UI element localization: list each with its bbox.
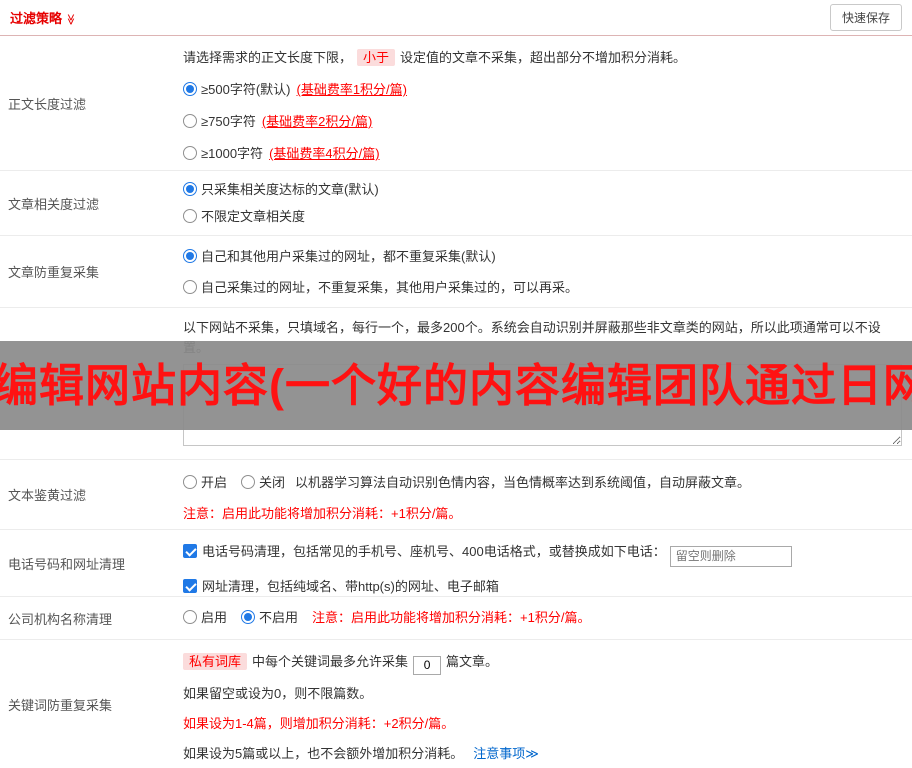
company-on-text: 启用 <box>201 610 228 625</box>
length-option-750-fee[interactable]: (基础费率2积分/篇) <box>262 114 373 129</box>
radio-company-off-icon[interactable] <box>241 610 256 624</box>
radio-porn-on-icon[interactable] <box>183 475 197 489</box>
row-length-filter: 正文长度过滤 请选择需求的正文长度下限， 小于 设定值的文章不采集，超出部分不增加积… <box>0 36 912 171</box>
magnified-text-overlay: 编辑网站内容(一个好的内容编辑团队通过日网站 <box>0 341 912 430</box>
length-option-750[interactable]: ≥750字符 (基础费率2积分/篇) <box>183 111 902 133</box>
length-option-1000-text: ≥1000字符 <box>201 146 264 161</box>
relevance-filter-content: 只采集相关度达标的文章(默认) 不限定文章相关度 <box>175 171 912 235</box>
keyword-limit-label: 关键词防重复采集 <box>8 697 113 713</box>
radio-porn-off-icon[interactable] <box>241 475 256 489</box>
keyword-limit-after: 篇文章。 <box>446 654 499 669</box>
keyword-limit-line2: 如果留空或设为0，则不限篇数。 <box>183 685 373 701</box>
company-off-text: 不启用 <box>259 610 299 625</box>
company-clean-label: 公司机构名称清理 <box>8 611 113 627</box>
company-clean-options: 启用 不启用 注意：启用此功能将增加积分消耗：+1积分/篇。 <box>183 607 902 629</box>
keyword-limit-line4: 如果设为5篇或以上，也不会额外增加积分消耗。 注意事项≫ <box>183 743 902 765</box>
porn-note: 注意：启用此功能将增加积分消耗：+1积分/篇。 <box>183 506 462 521</box>
length-filter-label: 正文长度过滤 <box>8 96 87 112</box>
porn-filter-label: 文本鉴黄过滤 <box>8 488 87 503</box>
radio-dedup-self-icon[interactable] <box>183 280 197 294</box>
keyword-limit-line1: 私有词库中每个关键词最多允许采集 篇文章。 <box>183 651 902 675</box>
dedup-option-2-text: 自己采集过的网址，不重复采集，其他用户采集过的，可以再采。 <box>201 280 579 295</box>
row-porn-filter: 文本鉴黄过滤 开启 关闭 以机器学习算法自动识别色情内容，当色情概率达到系统阈值，自… <box>0 460 912 530</box>
porn-on-text: 开启 <box>201 475 228 490</box>
intro-tag-less-than[interactable]: 小于 <box>357 49 396 66</box>
dedup-option-1-text: 自己和其他用户采集过的网址，都不重复采集(默认) <box>201 249 496 264</box>
radio-500-icon[interactable] <box>183 82 197 96</box>
checkbox-phone-clean-icon[interactable] <box>183 544 197 558</box>
row-keyword-limit: 关键词防重复采集 私有词库中每个关键词最多允许采集 篇文章。 如果留空或设为0，则… <box>0 640 912 768</box>
quick-save-button[interactable]: 快速保存 <box>829 4 902 31</box>
chevron-down-icon: ≫ <box>64 13 77 26</box>
intro-before: 请选择需求的正文长度下限， <box>183 50 353 65</box>
keyword-limit-mid: 中每个关键词最多允许采集 <box>252 654 409 669</box>
length-option-1000-fee[interactable]: (基础费率4积分/篇) <box>269 146 380 161</box>
porn-desc: 以机器学习算法自动识别色情内容，当色情概率达到系统阈值，自动屏蔽文章。 <box>295 475 751 490</box>
phone-clean-option[interactable]: 电话号码清理，包括常见的手机号、座机号、400电话格式，或替换成如下电话： <box>183 541 902 567</box>
row-dedup: 文章防重复采集 自己和其他用户采集过的网址，都不重复采集(默认) 自己采集过的网… <box>0 236 912 308</box>
company-clean-content: 启用 不启用 注意：启用此功能将增加积分消耗：+1积分/篇。 <box>175 597 912 639</box>
dedup-option-2[interactable]: 自己采集过的网址，不重复采集，其他用户采集过的，可以再采。 <box>183 277 902 299</box>
length-filter-content: 请选择需求的正文长度下限， 小于 设定值的文章不采集，超出部分不增加积分消耗。 ≥5… <box>175 36 912 170</box>
phone-url-label: 电话号码和网址清理 <box>8 556 126 572</box>
intro-after: 设定值的文章不采集，超出部分不增加积分消耗。 <box>400 50 687 65</box>
porn-off-text: 关闭 <box>259 475 286 490</box>
row-relevance-filter: 文章相关度过滤 只采集相关度达标的文章(默认) 不限定文章相关度 <box>0 171 912 236</box>
notes-link[interactable]: 注意事项≫ <box>473 746 539 761</box>
private-lexicon-tag[interactable]: 私有词库 <box>183 653 248 670</box>
relevance-option-2-text: 不限定文章相关度 <box>201 209 306 224</box>
keyword-limit-count-input[interactable] <box>413 655 442 675</box>
length-option-500-text: ≥500字符(默认) <box>201 82 291 97</box>
dedup-content: 自己和其他用户采集过的网址，都不重复采集(默认) 自己采集过的网址，不重复采集，… <box>175 236 912 307</box>
length-option-1000[interactable]: ≥1000字符 (基础费率4积分/篇) <box>183 143 902 165</box>
relevance-filter-label: 文章相关度过滤 <box>8 196 100 212</box>
length-option-750-text: ≥750字符 <box>201 114 256 129</box>
phone-replace-input[interactable] <box>669 545 792 567</box>
dedup-option-1[interactable]: 自己和其他用户采集过的网址，都不重复采集(默认) <box>183 246 902 268</box>
length-filter-intro: 请选择需求的正文长度下限， 小于 设定值的文章不采集，超出部分不增加积分消耗。 <box>183 47 902 69</box>
page-title[interactable]: 过滤策略 ≫ <box>10 8 77 27</box>
dedup-label: 文章防重复采集 <box>8 265 100 280</box>
length-option-500-fee[interactable]: (基础费率1积分/篇) <box>296 82 407 97</box>
radio-relevance-any-icon[interactable] <box>183 209 197 223</box>
relevance-option-1[interactable]: 只采集相关度达标的文章(默认) <box>183 179 902 201</box>
porn-filter-content: 开启 关闭 以机器学习算法自动识别色情内容，当色情概率达到系统阈值，自动屏蔽文章。 … <box>175 460 912 529</box>
row-company-clean: 公司机构名称清理 启用 不启用 注意：启用此功能将增加积分消耗：+1积分/篇。 <box>0 597 912 640</box>
radio-relevance-strict-icon[interactable] <box>183 182 197 196</box>
phone-url-content: 电话号码清理，包括常见的手机号、座机号、400电话格式，或替换成如下电话： 网址… <box>175 530 912 596</box>
keyword-limit-line4-text: 如果设为5篇或以上，也不会额外增加积分消耗。 <box>183 745 464 761</box>
page-title-text: 过滤策略 <box>10 11 63 26</box>
porn-filter-options: 开启 关闭 以机器学习算法自动识别色情内容，当色情概率达到系统阈值，自动屏蔽文章。 <box>183 472 902 494</box>
keyword-limit-content: 私有词库中每个关键词最多允许采集 篇文章。 如果留空或设为0，则不限篇数。 如果设… <box>175 640 912 768</box>
keyword-limit-line3: 如果设为1-4篇，则增加积分消耗：+2积分/篇。 <box>183 715 455 731</box>
url-clean-option[interactable]: 网址清理，包括纯域名、带http(s)的网址、电子邮箱 <box>183 576 902 597</box>
url-clean-text: 网址清理，包括纯域名、带http(s)的网址、电子邮箱 <box>202 578 499 594</box>
length-option-500[interactable]: ≥500字符(默认) (基础费率1积分/篇) <box>183 79 902 101</box>
radio-company-on-icon[interactable] <box>183 610 197 624</box>
checkbox-url-clean-icon[interactable] <box>183 578 197 593</box>
row-phone-url-clean: 电话号码和网址清理 电话号码清理，包括常见的手机号、座机号、400电话格式，或替… <box>0 530 912 597</box>
top-bar: 过滤策略 ≫ 快速保存 <box>0 0 912 36</box>
radio-1000-icon[interactable] <box>183 146 197 160</box>
company-note: 注意：启用此功能将增加积分消耗：+1积分/篇。 <box>312 610 591 625</box>
radio-dedup-all-icon[interactable] <box>183 249 197 263</box>
relevance-option-2[interactable]: 不限定文章相关度 <box>183 206 902 228</box>
phone-clean-text: 电话号码清理，包括常见的手机号、座机号、400电话格式，或替换成如下电话： <box>202 544 666 559</box>
relevance-option-1-text: 只采集相关度达标的文章(默认) <box>201 182 379 197</box>
radio-750-icon[interactable] <box>183 114 197 128</box>
